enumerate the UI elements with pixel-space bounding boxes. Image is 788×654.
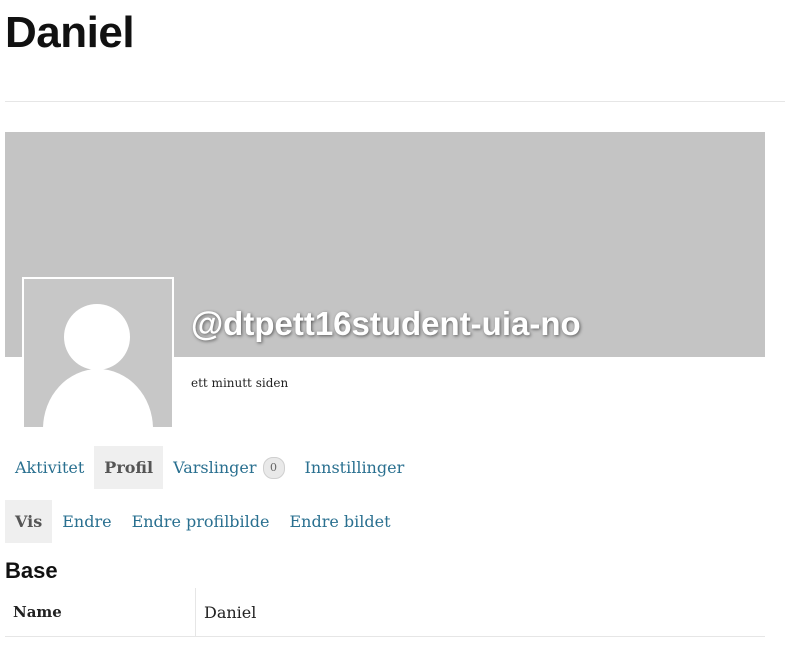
tab-profil[interactable]: Profil bbox=[94, 446, 164, 489]
notification-count-badge: 0 bbox=[262, 456, 285, 479]
field-label: Name bbox=[5, 588, 196, 636]
page-title: Daniel bbox=[5, 8, 135, 57]
subtab-label: Endre bbox=[62, 512, 112, 531]
tab-label: Innstillinger bbox=[304, 458, 405, 477]
subtab-label: Endre bildet bbox=[289, 512, 391, 531]
section-title: Base bbox=[5, 558, 58, 583]
title-divider bbox=[5, 101, 785, 102]
subtab-endre-bildet[interactable]: Endre bildet bbox=[280, 500, 401, 543]
subtab-label: Endre profilbilde bbox=[131, 512, 270, 531]
profile-tabs: Aktivitet Profil Varslinger 0 Innstillin… bbox=[5, 446, 414, 489]
tab-varslinger[interactable]: Varslinger 0 bbox=[163, 446, 294, 489]
tab-aktivitet[interactable]: Aktivitet bbox=[5, 446, 94, 489]
tab-innstillinger[interactable]: Innstillinger bbox=[295, 446, 415, 489]
profile-username: @dtpett16student-uia-no bbox=[191, 305, 581, 342]
last-active-time: ett minutt siden bbox=[191, 376, 289, 390]
subtab-endre[interactable]: Endre bbox=[52, 500, 121, 543]
avatar-head-silhouette bbox=[64, 304, 130, 370]
tab-label: Aktivitet bbox=[15, 458, 85, 477]
profile-field-row: Name Daniel bbox=[5, 588, 765, 637]
field-value: Daniel bbox=[204, 602, 257, 622]
tab-label: Varslinger bbox=[173, 458, 257, 477]
avatar[interactable] bbox=[22, 277, 174, 427]
profile-subtabs: Vis Endre Endre profilbilde Endre bildet bbox=[5, 500, 401, 543]
subtab-endre-profilbilde[interactable]: Endre profilbilde bbox=[122, 500, 280, 543]
avatar-body-silhouette bbox=[43, 369, 153, 427]
tab-label: Profil bbox=[104, 458, 154, 477]
subtab-label: Vis bbox=[15, 512, 43, 531]
subtab-vis[interactable]: Vis bbox=[5, 500, 53, 543]
